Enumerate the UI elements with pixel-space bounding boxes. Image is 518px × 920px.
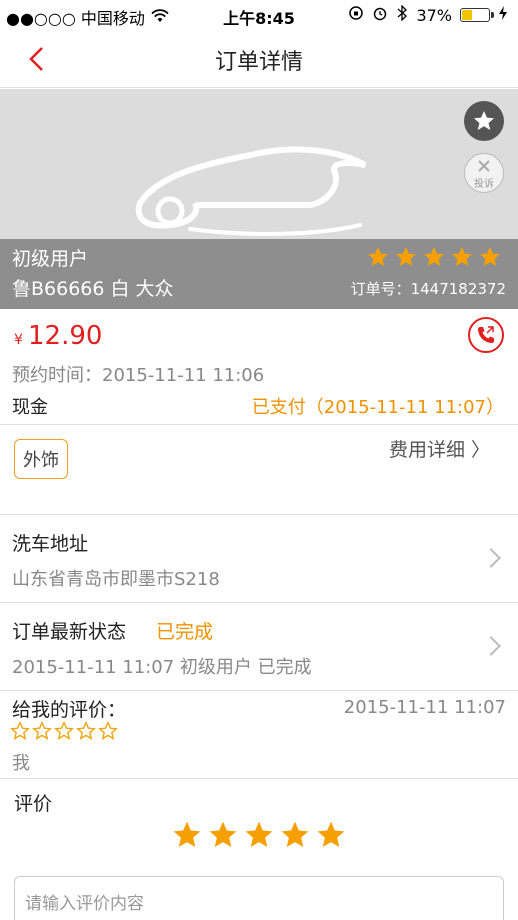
star-icon <box>396 247 416 266</box>
complain-label: 投诉 <box>474 178 494 190</box>
order-number: 订单号：1447182372 <box>350 280 506 298</box>
order-status-row[interactable]: 订单最新状态 已完成 2015-11-11 11:07 初级用户 已完成 <box>0 603 518 691</box>
driver-rating-stars <box>366 245 502 269</box>
star-outline-icon <box>76 721 96 740</box>
review-input[interactable]: 请输入评价内容 <box>14 876 504 920</box>
star-outline-icon <box>98 721 118 740</box>
star-icon[interactable] <box>315 819 347 851</box>
service-section: 外饰 费用详细 〉 <box>0 425 518 515</box>
address-value: 山东省青岛市即墨市S218 <box>12 569 220 590</box>
star-icon <box>368 247 388 266</box>
status-detail: 2015-11-11 11:07 初级用户 已完成 <box>12 657 312 678</box>
status-label: 订单最新状态 <box>12 621 127 643</box>
status-bar: ●●○○○ 中国移动 上午8:45 37% <box>0 0 518 30</box>
close-icon <box>478 159 490 172</box>
rate-stars <box>0 819 518 851</box>
car-placeholder-icon <box>135 146 367 236</box>
chevron-right-icon <box>481 636 501 656</box>
star-icon <box>480 247 500 266</box>
fee-detail-link[interactable]: 费用详细 〉 <box>389 435 490 462</box>
charging-icon <box>498 5 508 25</box>
star-icon[interactable] <box>171 819 203 851</box>
star-icon[interactable] <box>207 819 239 851</box>
chevron-right-icon <box>481 548 501 568</box>
nav-bar: 订单详情 <box>0 30 518 88</box>
star-icon[interactable] <box>243 819 275 851</box>
complain-button[interactable]: 投诉 <box>464 153 504 193</box>
battery-icon <box>460 8 494 22</box>
bluetooth-icon <box>396 4 408 25</box>
car-banner: 投诉 初级用户 鲁B66666 白 大众 订单号：1447182372 <box>0 89 518 309</box>
reviewer-name: 我 <box>12 753 30 774</box>
car-plate-info: 鲁B66666 白 大众 <box>12 278 174 300</box>
star-outline-icon <box>54 721 74 740</box>
battery-fill <box>462 10 473 20</box>
my-review-time: 2015-11-11 11:07 <box>343 697 506 718</box>
address-label: 洗车地址 <box>12 533 89 555</box>
alarm-icon <box>372 5 388 25</box>
reservation-time: 预约时间：2015-11-11 11:06 <box>12 365 265 386</box>
service-tag[interactable]: 外饰 <box>14 439 68 479</box>
star-outline-icon <box>32 721 52 740</box>
my-review-section: 给我的评价： 2015-11-11 11:07 我 <box>0 691 518 779</box>
my-review-label: 给我的评价： <box>12 699 127 721</box>
payment-section: ¥ 12.90 预约时间：2015-11-11 11:06 现金 已支付（201… <box>0 309 518 425</box>
rate-label: 评价 <box>14 793 53 815</box>
battery-percent: 37% <box>416 5 452 25</box>
star-icon <box>452 247 472 266</box>
phone-icon <box>478 326 494 343</box>
star-icon[interactable] <box>279 819 311 851</box>
page-title: 订单详情 <box>214 50 303 75</box>
paid-status: 已支付（2015-11-11 11:07） <box>251 397 504 418</box>
star-icon <box>474 111 494 130</box>
rotation-lock-icon <box>348 5 364 25</box>
payment-method: 现金 <box>12 397 48 418</box>
currency-symbol: ¥ <box>14 332 23 348</box>
star-outline-icon <box>10 721 30 740</box>
price: ¥ 12.90 <box>14 321 102 351</box>
favorite-button[interactable] <box>464 101 504 141</box>
price-amount: 12.90 <box>28 321 103 351</box>
user-level: 初级用户 <box>12 248 89 270</box>
my-review-stars <box>10 721 118 741</box>
status-value: 已完成 <box>156 621 214 643</box>
star-icon <box>424 247 444 266</box>
address-row[interactable]: 洗车地址 山东省青岛市即墨市S218 <box>0 515 518 603</box>
call-button[interactable] <box>468 317 504 353</box>
